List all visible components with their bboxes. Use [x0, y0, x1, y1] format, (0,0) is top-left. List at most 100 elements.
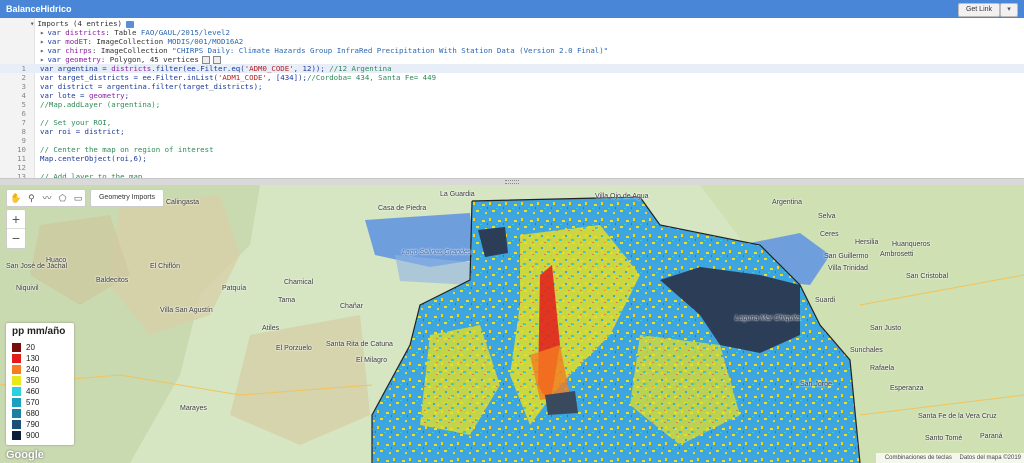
place-label: Huaco [46, 257, 67, 264]
code-token: //Cordoba= 434, Santa Fe= 449 [306, 73, 437, 82]
geometry-delete-icon[interactable] [212, 56, 221, 64]
legend-label: 680 [26, 409, 40, 418]
code-text: var district = argentina.filter(target_d… [40, 82, 262, 91]
code-token: // Center the map on region of interest [40, 145, 214, 154]
legend-item: 790 [12, 420, 39, 430]
import-modet[interactable]: ▸ var modET: ImageCollection MODIS/001/MO… [40, 37, 243, 46]
import-copy-icon[interactable] [126, 20, 134, 28]
legend-title: pp mm/año [12, 326, 66, 337]
place-label: Hersilia [855, 239, 879, 246]
legend-item: 240 [12, 365, 39, 375]
place-label: Villa Trinidad [828, 265, 868, 272]
legend-label: 20 [26, 343, 35, 352]
place-label: Villa Ojo de Agua [595, 193, 649, 200]
import-chirps[interactable]: ▸ var chirps: ImageCollection "CHIRPS Dai… [40, 46, 608, 55]
place-label: Argentina [772, 199, 802, 206]
code-line[interactable]: 7 // Set your ROI, [0, 118, 1024, 127]
code-line[interactable]: 11 Map.centerObject(roi,6); [0, 154, 1024, 163]
legend-panel: pp mm/año 20 130 240 350 460 570 680 790 900 [6, 323, 74, 445]
line-number: 7 [21, 118, 26, 127]
expand-icon[interactable]: ▸ [40, 55, 44, 64]
keyboard-shortcuts-link[interactable]: Combinaciones de teclas [885, 455, 952, 461]
zoom-out-button[interactable]: − [7, 229, 25, 248]
geometry-edit-icon[interactable] [201, 56, 210, 64]
place-label: El Milagro [356, 357, 388, 364]
place-label: Chañar [340, 303, 363, 310]
map-canvas[interactable] [0, 185, 1024, 463]
code-token: ; [124, 91, 130, 100]
geometry-imports-button[interactable]: Geometry Imports [90, 189, 164, 207]
pan-hand-icon[interactable]: ✋ [9, 191, 23, 205]
import-geometry[interactable]: ▸ var geometry: Polygon, 45 vertices [40, 55, 221, 64]
line-number: 10 [17, 145, 26, 154]
code-token: // Set your ROI, [40, 118, 112, 127]
place-label: Suardi [815, 297, 836, 304]
line-number: 5 [21, 100, 26, 109]
get-link-dropdown-icon[interactable]: ▾ [1000, 3, 1018, 17]
code-token: var lote = [40, 91, 89, 100]
splitter-grip-icon[interactable] [505, 180, 519, 184]
legend-label: 900 [26, 431, 40, 440]
code-line[interactable]: 8 var roi = district; [0, 127, 1024, 136]
legend-swatch [12, 376, 21, 386]
legend-swatch [12, 409, 21, 419]
expand-icon[interactable]: ▸ [40, 37, 44, 46]
draw-line-icon[interactable]: 〰 [40, 191, 54, 205]
expand-icon[interactable]: ▸ [40, 46, 44, 55]
code-token: var argentina = [40, 64, 112, 73]
code-line[interactable]: 2 var target_districts = ee.Filter.inList… [0, 73, 1024, 82]
code-text: Map.centerObject(roi,6); [40, 154, 147, 163]
code-line[interactable]: 4 var lote = geometry; [0, 91, 1024, 100]
map-panel[interactable]: La Guardia Casa de Piedra Villa Ojo de A… [0, 185, 1024, 463]
draw-polygon-icon[interactable]: ⬠ [56, 191, 70, 205]
legend-item: 570 [12, 398, 39, 408]
import-districts[interactable]: ▸ var districts: Table FAO/GAUL/2015/leve… [40, 28, 230, 37]
place-label: El Porzuelo [276, 345, 312, 352]
code-token: 'ADM1_CODE' [217, 73, 267, 82]
code-editor[interactable]: ▾ Imports (4 entries) ▸ var districts: Tab… [0, 18, 1024, 190]
place-label: Ambrosetti [880, 251, 914, 258]
code-token: districts [111, 64, 152, 73]
marker-point-icon[interactable]: ⚲ [25, 191, 39, 205]
code-token: geometry [88, 91, 125, 100]
code-token: Map.centerObject(roi,6); [40, 154, 147, 163]
place-label: Santa Fe de la Vera Cruz [918, 413, 997, 420]
code-line[interactable]: 10 // Center the map on region of interes… [0, 145, 1024, 154]
place-label: La Guardia [440, 191, 475, 198]
code-line[interactable]: 6 [0, 109, 1024, 118]
get-link-button[interactable]: Get Link [958, 3, 1000, 17]
code-line[interactable]: 1 var argentina = districts.filter(ee.Fil… [0, 64, 1024, 73]
drawing-toolbar: ✋ ⚲ 〰 ⬠ ▭ [6, 189, 86, 207]
map-attribution: Combinaciones de teclas Datos del mapa ©… [875, 453, 1024, 463]
place-label: Esperanza [890, 385, 924, 392]
collapse-icon[interactable]: ▾ [30, 19, 34, 28]
place-label: Marayes [180, 405, 207, 412]
imports-header[interactable]: ▾ Imports (4 entries) [30, 19, 134, 28]
place-label: Chamical [284, 279, 314, 286]
code-text: var lote = geometry; [40, 91, 129, 100]
zoom-in-button[interactable]: + [7, 210, 25, 229]
code-line[interactable]: 9 [0, 136, 1024, 145]
legend-label: 240 [26, 365, 40, 374]
code-token: var district = argentina.filter(target_d… [40, 82, 263, 91]
code-text: // Set your ROI, [40, 118, 111, 127]
code-text: var argentina = districts.filter(ee.Filt… [40, 64, 392, 73]
place-label: Lago Salinas Grandes [402, 249, 472, 256]
line-number: 8 [21, 127, 26, 136]
legend-label: 130 [26, 354, 40, 363]
legend-item: 680 [12, 409, 39, 419]
code-line[interactable]: 3 var district = argentina.filter(target_… [0, 82, 1024, 91]
place-label: Laguna Mar Chiquita [735, 315, 800, 322]
legend-label: 790 [26, 420, 40, 429]
draw-rectangle-icon[interactable]: ▭ [71, 191, 85, 205]
code-line[interactable]: 5 //Map.addLayer (argentina); [0, 100, 1024, 109]
expand-icon[interactable]: ▸ [40, 28, 44, 37]
legend-swatch [12, 398, 21, 408]
code-text: //Map.addLayer (argentina); [40, 100, 160, 109]
code-text: // Center the map on region of interest [40, 145, 214, 154]
title-bar: BalanceHidrico Get Link ▾ [0, 0, 1024, 18]
code-line[interactable]: 12 [0, 163, 1024, 172]
line-number: 11 [17, 154, 26, 163]
place-label: Paraná [980, 433, 1003, 440]
place-label: Sunchales [850, 347, 883, 354]
